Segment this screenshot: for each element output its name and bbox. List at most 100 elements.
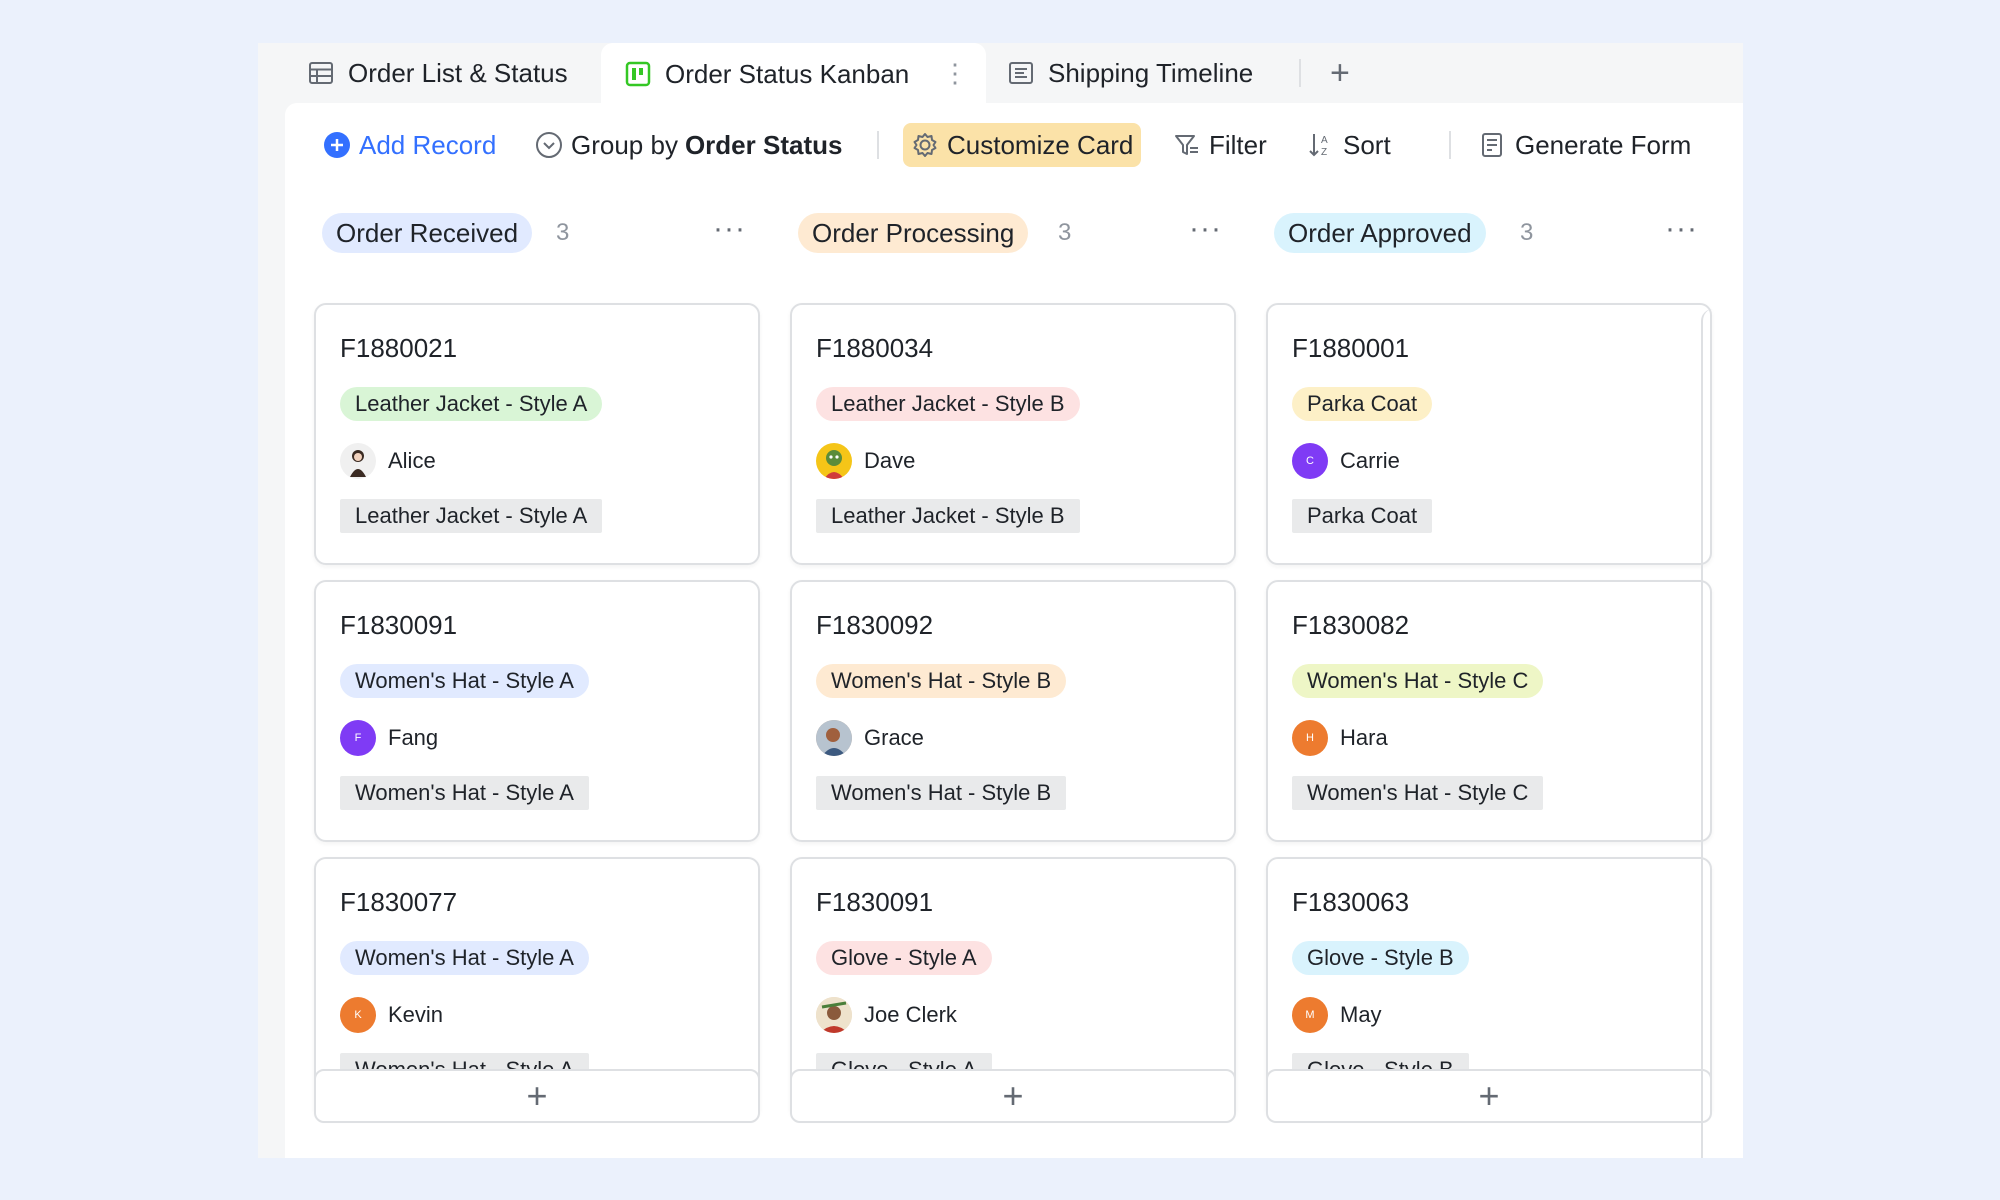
card-title: F1880021 [340, 333, 458, 363]
assignee-name: May [1340, 1002, 1382, 1027]
assignee: C Carrie [1292, 443, 1400, 479]
assignee-name: Kevin [388, 1002, 444, 1027]
product-tag: Women's Hat - Style A [340, 664, 589, 698]
kanban-card[interactable]: F1880001 Parka Coat C Carrie Parka Coat [1266, 303, 1712, 565]
toolbar-divider [877, 131, 879, 159]
product-field: Leather Jacket - Style B [816, 499, 1080, 533]
card-title: F1880034 [816, 333, 934, 363]
status-badge: Order Approved [1274, 213, 1486, 253]
product-tag: Leather Jacket - Style A [340, 387, 603, 421]
add-view-button[interactable]: + [1330, 49, 1350, 97]
timeline-icon [1009, 62, 1033, 84]
avatar [816, 720, 852, 756]
generate-form-label: Generate Form [1515, 129, 1692, 160]
card-title: F1880001 [1292, 333, 1410, 363]
card-title: F1830077 [340, 887, 458, 917]
assignee-name: Carrie [1340, 448, 1400, 473]
assignee: Grace [816, 720, 924, 756]
column-header: Order Received 3 ··· [314, 212, 760, 257]
filter-label: Filter [1209, 129, 1267, 160]
kanban-card[interactable]: F1880034 Leather Jacket - Style B Dave L… [790, 303, 1236, 565]
add-card-button[interactable]: + [1266, 1069, 1712, 1123]
avatar [340, 443, 376, 479]
card-title: F1830063 [1292, 887, 1410, 917]
customize-card-label: Customize Card [947, 129, 1134, 160]
tab-more-icon[interactable]: ⋮ [942, 53, 968, 93]
product-field: Women's Hat - Style C [1292, 776, 1544, 810]
kanban-card[interactable]: F1830091 Women's Hat - Style A F Fang Wo… [314, 580, 760, 842]
add-record-label: Add Record [359, 129, 497, 160]
card-title: F1830092 [816, 610, 934, 640]
kanban-card[interactable]: F1830082 Women's Hat - Style C H Hara Wo… [1266, 580, 1712, 842]
column-more-icon[interactable]: ··· [713, 209, 746, 249]
gear-icon [913, 133, 937, 157]
person-avatar-icon [816, 997, 852, 1033]
person-avatar-icon [824, 450, 844, 479]
assignee-name: Joe Clerk [864, 1002, 957, 1027]
assignee-name: Hara [1340, 725, 1388, 750]
sort-label: Sort [1343, 129, 1391, 160]
product-field: Women's Hat - Style A [340, 776, 589, 810]
kanban-card[interactable]: F1830092 Women's Hat - Style B Grace Wom… [790, 580, 1236, 842]
generate-form-button[interactable]: Generate Form [1479, 123, 1691, 167]
person-avatar-icon [816, 720, 852, 756]
tab-divider [1299, 59, 1301, 87]
card-title: F1830082 [1292, 610, 1410, 640]
avatar [816, 997, 852, 1033]
assignee-name: Fang [388, 725, 439, 750]
view-tab-bar: Order List & Status Order Status Kanban … [258, 43, 1743, 105]
assignee: F Fang [340, 720, 438, 756]
product-tag: Glove - Style A [816, 941, 992, 975]
toolbar: Add Record Group by Order Status Customi… [285, 103, 1743, 183]
tab-label: Shipping Timeline [1048, 57, 1254, 88]
assignee-name: Grace [864, 725, 924, 750]
tab-order-list[interactable]: Order List & Status [308, 43, 568, 103]
assignee-name: Alice [388, 448, 436, 473]
plus-circle-icon [324, 132, 350, 158]
tab-shipping-timeline[interactable]: Shipping Timeline [1008, 43, 1253, 103]
column-more-icon[interactable]: ··· [1665, 209, 1698, 249]
avatar [816, 443, 852, 479]
next-column-edge [1701, 309, 1741, 1158]
kanban-card[interactable]: F1880021 Leather Jacket - Style A Alice … [314, 303, 760, 565]
add-card-button[interactable]: + [790, 1069, 1236, 1123]
toolbar-divider [1449, 131, 1451, 159]
column-count: 3 [1058, 219, 1072, 246]
product-field: Leather Jacket - Style A [340, 499, 603, 533]
assignee: M May [1292, 997, 1382, 1033]
product-tag: Women's Hat - Style C [1292, 664, 1544, 698]
column-more-icon[interactable]: ··· [1189, 209, 1222, 249]
form-icon [1482, 133, 1502, 157]
customize-card-button[interactable]: Customize Card [903, 123, 1142, 167]
assignee: Dave [816, 443, 915, 479]
card-title: F1830091 [816, 887, 934, 917]
tab-label: Order Status Kanban [665, 58, 910, 89]
group-by-prefix: Group by [571, 129, 678, 160]
assignee: Joe Clerk [816, 997, 957, 1033]
assignee: Alice [340, 443, 436, 479]
kanban-panel: Add Record Group by Order Status Customi… [285, 103, 1743, 1158]
svg-text:Z: Z [1321, 147, 1327, 158]
table-grid-icon [309, 62, 333, 84]
status-badge: Order Received [322, 213, 533, 253]
sort-button[interactable]: A Z Sort [1307, 123, 1391, 167]
column-count: 3 [556, 219, 570, 246]
chevron-circle-icon [536, 132, 562, 158]
filter-button[interactable]: Filter [1173, 123, 1267, 167]
tab-label: Order List & Status [348, 57, 568, 88]
group-by-field: Order Status [684, 129, 843, 160]
card-title: F1830091 [340, 610, 458, 640]
avatar: H [1292, 720, 1328, 756]
person-avatar-icon [350, 450, 366, 477]
tab-order-kanban[interactable]: Order Status Kanban [601, 43, 986, 105]
column-header: Order Processing 3 ··· [790, 212, 1236, 257]
add-card-button[interactable]: + [314, 1069, 760, 1123]
avatar: K [340, 997, 376, 1033]
assignee: H Hara [1292, 720, 1388, 756]
group-by-button[interactable]: Group by Order Status [535, 123, 842, 167]
product-tag: Women's Hat - Style A [340, 941, 589, 975]
column-count: 3 [1520, 219, 1534, 246]
avatar: C [1292, 443, 1328, 479]
product-tag: Glove - Style B [1292, 941, 1469, 975]
add-record-button[interactable]: Add Record [323, 123, 496, 167]
